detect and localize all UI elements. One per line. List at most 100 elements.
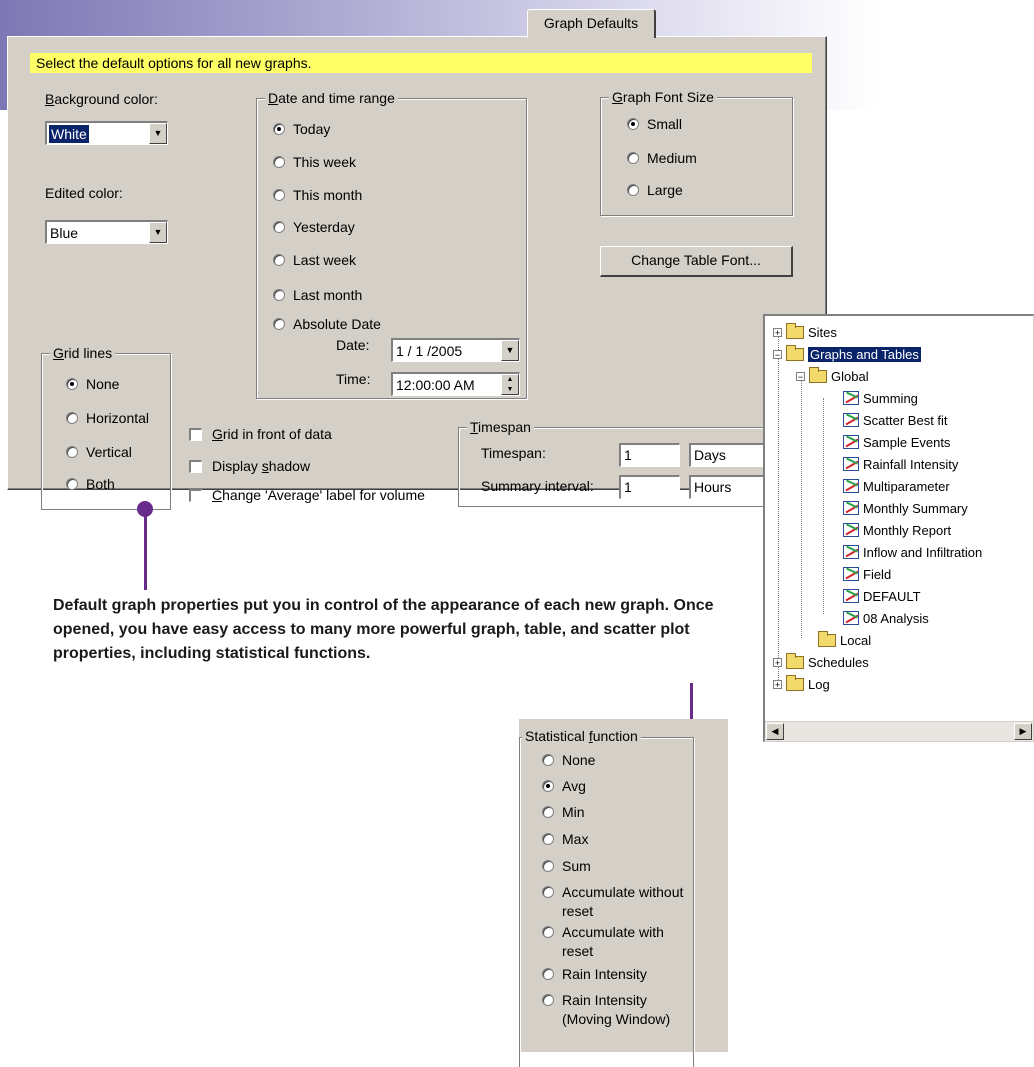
tree-item-graph[interactable]: Scatter Best fit [843, 410, 948, 430]
tree-node-local[interactable]: Local [818, 630, 871, 650]
summary-interval-unit-select[interactable]: Hours [689, 475, 771, 499]
summary-interval-label: Summary interval: [481, 478, 594, 494]
chevron-down-icon[interactable]: ▼ [149, 123, 167, 144]
radio-stat-rain-intensity-moving[interactable]: Rain Intensity [542, 992, 647, 1008]
radio-stat-avg[interactable]: Avg [542, 778, 586, 794]
chevron-down-icon[interactable]: ▼ [501, 340, 519, 361]
folder-icon [786, 652, 804, 669]
radio-icon [627, 152, 639, 164]
expand-icon[interactable]: + [773, 679, 782, 689]
radio-icon [627, 184, 639, 196]
tree-item-graph[interactable]: Sample Events [843, 432, 950, 452]
date-picker[interactable]: 1 / 1 /2005 ▼ [391, 338, 520, 362]
graph-icon [843, 611, 859, 625]
expand-icon[interactable]: + [773, 657, 782, 667]
timespan-unit-select[interactable]: Days [689, 443, 771, 467]
callout-line [144, 512, 147, 590]
graph-icon [843, 567, 859, 581]
background-color-select[interactable]: White ▼ [45, 121, 168, 145]
tab-graph-defaults[interactable]: Graph Defaults [527, 9, 656, 38]
folder-open-icon [809, 366, 827, 383]
time-label: Time: [336, 371, 371, 387]
radio-large[interactable]: Large [627, 182, 683, 198]
radio-medium[interactable]: Medium [627, 150, 697, 166]
tree-item-graph[interactable]: Field [843, 564, 891, 584]
tree-item-graph[interactable]: DEFAULT [843, 586, 921, 606]
radio-stat-accumulate-with-reset[interactable]: Accumulate with [542, 924, 664, 940]
radio-icon [66, 478, 78, 490]
graph-defaults-dialog: Select the default options for all new g… [7, 36, 827, 510]
date-time-range-group: Date and time range Today This week This… [256, 90, 527, 399]
radio-small[interactable]: Small [627, 116, 682, 132]
radio-icon [542, 968, 554, 980]
folder-icon [818, 630, 836, 647]
radio-icon [273, 156, 285, 168]
scroll-left-icon[interactable]: ◀ [766, 723, 784, 740]
radio-last-month[interactable]: Last month [273, 287, 362, 303]
grid-lines-group: Grid lines None Horizontal Vertical Both [41, 345, 171, 510]
radio-stat-label-continuation: reset [562, 943, 594, 959]
radio-last-week[interactable]: Last week [273, 252, 356, 268]
graph-icon [843, 545, 859, 559]
horizontal-scrollbar[interactable]: ◀ ▶ [765, 721, 1033, 741]
tree-item-graph[interactable]: Multiparameter [843, 476, 950, 496]
tree-item-graph[interactable]: Rainfall Intensity [843, 454, 958, 474]
graph-font-size-group: Graph Font Size Small Medium Large [600, 89, 793, 216]
tree-view[interactable]: + Sites − Graphs and Tables − Global Summin… [763, 314, 1034, 742]
collapse-icon[interactable]: − [796, 371, 805, 381]
radio-absolute-date[interactable]: Absolute Date [273, 316, 381, 332]
checkbox-change-average-label[interactable]: Change 'Average' label for volume [189, 487, 425, 503]
checkbox-icon [189, 459, 202, 473]
spinner-icon[interactable]: ▲ ▼ [501, 374, 519, 395]
radio-icon [273, 289, 285, 301]
edited-color-select[interactable]: Blue ▼ [45, 220, 168, 244]
radio-grid-vertical[interactable]: Vertical [66, 444, 132, 460]
tree-node-sites[interactable]: + Sites [773, 322, 837, 342]
expand-icon[interactable]: + [773, 327, 782, 337]
graph-icon [843, 413, 859, 427]
radio-stat-sum[interactable]: Sum [542, 858, 591, 874]
tree-item-graph[interactable]: Summing [843, 388, 918, 408]
radio-grid-horizontal[interactable]: Horizontal [66, 410, 149, 426]
radio-icon [542, 860, 554, 872]
change-table-font-button[interactable]: Change Table Font... [600, 246, 793, 277]
tree-item-graph[interactable]: 08 Analysis [843, 608, 929, 628]
radio-icon [542, 926, 554, 938]
radio-icon [66, 412, 78, 424]
tree-node-schedules[interactable]: + Schedules [773, 652, 869, 672]
checkbox-display-shadow[interactable]: Display shadow [189, 458, 310, 474]
scroll-right-icon[interactable]: ▶ [1014, 723, 1032, 740]
tree-node-global[interactable]: − Global [796, 366, 869, 386]
graph-icon [843, 589, 859, 603]
radio-stat-rain-intensity[interactable]: Rain Intensity [542, 966, 647, 982]
radio-stat-label-continuation: (Moving Window) [562, 1011, 671, 1027]
radio-stat-min[interactable]: Min [542, 804, 585, 820]
edited-color-value: Blue [50, 225, 79, 241]
tree-item-graph[interactable]: Inflow and Infiltration [843, 542, 982, 562]
collapse-icon[interactable]: − [773, 349, 782, 359]
checkbox-grid-in-front[interactable]: Grid in front of data [189, 426, 332, 442]
radio-grid-both[interactable]: Both [66, 476, 115, 492]
tree-item-graph[interactable]: Monthly Summary [843, 498, 968, 518]
tree-node-graphs-and-tables[interactable]: − Graphs and Tables [773, 344, 921, 364]
timespan-legend: Timespan [467, 419, 534, 435]
radio-stat-none[interactable]: None [542, 752, 595, 768]
chevron-down-icon[interactable]: ▼ [149, 222, 167, 243]
background-color-value: White [49, 125, 89, 143]
radio-today[interactable]: Today [273, 121, 330, 137]
radio-selected-icon [273, 123, 285, 135]
graph-icon [843, 479, 859, 493]
radio-stat-max[interactable]: Max [542, 831, 588, 847]
statistical-function-panel: Statistical function None Avg Min Max Su… [519, 719, 728, 1067]
radio-stat-accumulate-without-reset[interactable]: Accumulate without [542, 884, 683, 900]
radio-grid-none[interactable]: None [66, 376, 119, 392]
radio-this-week[interactable]: This week [273, 154, 356, 170]
radio-yesterday[interactable]: Yesterday [273, 219, 355, 235]
timespan-input[interactable]: 1 [619, 443, 680, 467]
radio-icon [542, 754, 554, 766]
tree-item-graph[interactable]: Monthly Report [843, 520, 951, 540]
tree-node-log[interactable]: + Log [773, 674, 830, 694]
time-picker[interactable]: 12:00:00 AM ▲ ▼ [391, 372, 520, 396]
radio-this-month[interactable]: This month [273, 187, 362, 203]
summary-interval-input[interactable]: 1 [619, 475, 680, 499]
